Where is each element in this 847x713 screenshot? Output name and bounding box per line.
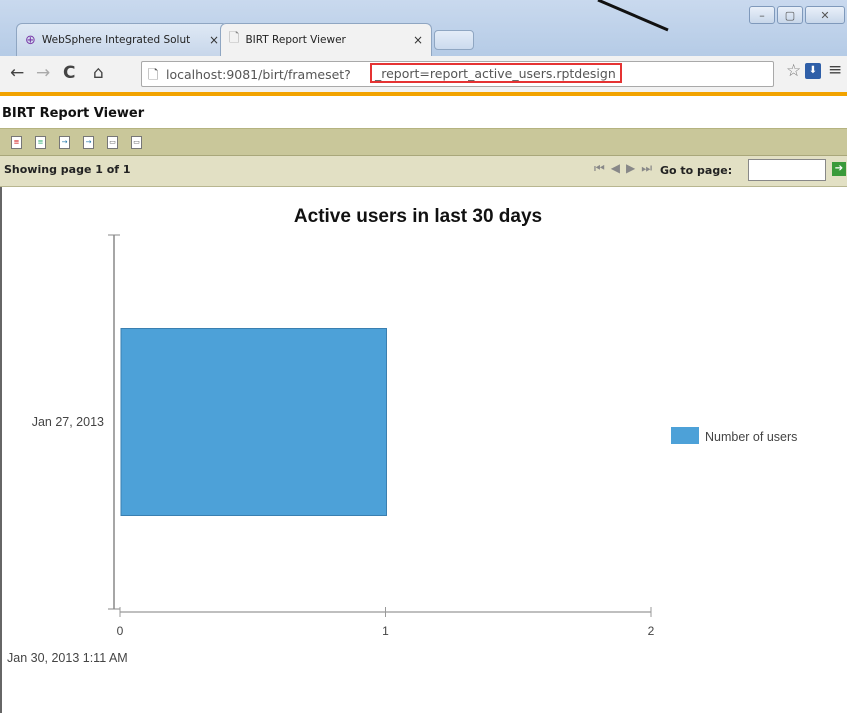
print-icon[interactable]: ▭ bbox=[107, 136, 118, 149]
bar bbox=[120, 328, 387, 516]
page-icon: 🗋 bbox=[229, 31, 240, 46]
url-query-highlight: _report=report_active_users.rptdesign bbox=[370, 63, 622, 83]
star-icon[interactable]: ☆ bbox=[786, 61, 801, 81]
url-host: localhost:9081/birt/frameset? bbox=[166, 67, 351, 82]
home-icon[interactable]: ⌂ bbox=[93, 63, 104, 83]
legend-label: Number of users bbox=[705, 430, 797, 444]
page-nav-bar: Showing page 1 of 1 ⏮◀▶⏭ Go to page: ➔ bbox=[0, 156, 847, 187]
back-arrow-icon[interactable]: ← bbox=[10, 63, 24, 83]
new-tab-button[interactable] bbox=[434, 30, 474, 50]
tab-websphere[interactable]: ⊕ WebSphere Integrated Solut × bbox=[16, 23, 228, 56]
legend-swatch bbox=[671, 427, 699, 444]
birt-toolbar: ≡ ≡ → → ▭ ▭ bbox=[0, 128, 847, 156]
reload-icon[interactable]: C bbox=[63, 63, 75, 83]
x-tick-label: 2 bbox=[648, 624, 655, 638]
maximize-button[interactable]: ▢ bbox=[777, 6, 803, 24]
tab-title: WebSphere Integrated Solut bbox=[41, 34, 191, 46]
hamburger-menu-icon[interactable]: ≡ bbox=[828, 60, 842, 80]
tab-title: BIRT Report Viewer bbox=[245, 34, 346, 46]
extension-icon[interactable]: ⬇ bbox=[805, 63, 821, 79]
export-report-icon[interactable]: → bbox=[83, 136, 94, 149]
address-bar[interactable]: 🗋 localhost:9081/birt/frameset? _report=… bbox=[141, 61, 774, 87]
page-status: Showing page 1 of 1 bbox=[4, 163, 131, 176]
forward-arrow-icon[interactable]: → bbox=[36, 63, 50, 83]
print-server-icon[interactable]: ▭ bbox=[131, 136, 142, 149]
report-timestamp: Jan 30, 2013 1:11 AM bbox=[7, 651, 128, 665]
close-window-button[interactable]: ✕ bbox=[805, 6, 845, 24]
window-controls: – ▢ ✕ bbox=[749, 6, 847, 24]
go-arrow-icon[interactable]: ➔ bbox=[832, 162, 846, 176]
browser-toolbar: ← → C ⌂ 🗋 localhost:9081/birt/frameset? … bbox=[0, 56, 847, 93]
goto-label: Go to page: bbox=[660, 164, 733, 177]
close-tab-icon[interactable]: × bbox=[413, 33, 423, 47]
bar-chart: Active users in last 30 days 0 1 2 Jan 27, 2… bbox=[32, 206, 798, 638]
x-tick-label: 0 bbox=[117, 624, 124, 638]
parameters-icon[interactable]: ≡ bbox=[35, 136, 46, 149]
y-category-label: Jan 27, 2013 bbox=[32, 415, 104, 429]
chart-title: Active users in last 30 days bbox=[294, 206, 542, 227]
x-tick-label: 1 bbox=[382, 624, 389, 638]
tab-birt-report-viewer[interactable]: 🗋 BIRT Report Viewer × bbox=[220, 23, 432, 56]
goto-page-input[interactable] bbox=[748, 159, 826, 181]
export-data-icon[interactable]: → bbox=[59, 136, 70, 149]
viewer-title: BIRT Report Viewer bbox=[2, 106, 145, 121]
minimize-button[interactable]: – bbox=[749, 6, 775, 24]
close-tab-icon[interactable]: × bbox=[209, 33, 219, 47]
page-nav-arrows[interactable]: ⏮◀▶⏭ bbox=[594, 161, 658, 176]
page-icon: 🗋 bbox=[148, 68, 159, 83]
globe-icon: ⊕ bbox=[25, 32, 36, 48]
accent-bar bbox=[0, 92, 847, 96]
toc-icon[interactable]: ≡ bbox=[11, 136, 22, 149]
